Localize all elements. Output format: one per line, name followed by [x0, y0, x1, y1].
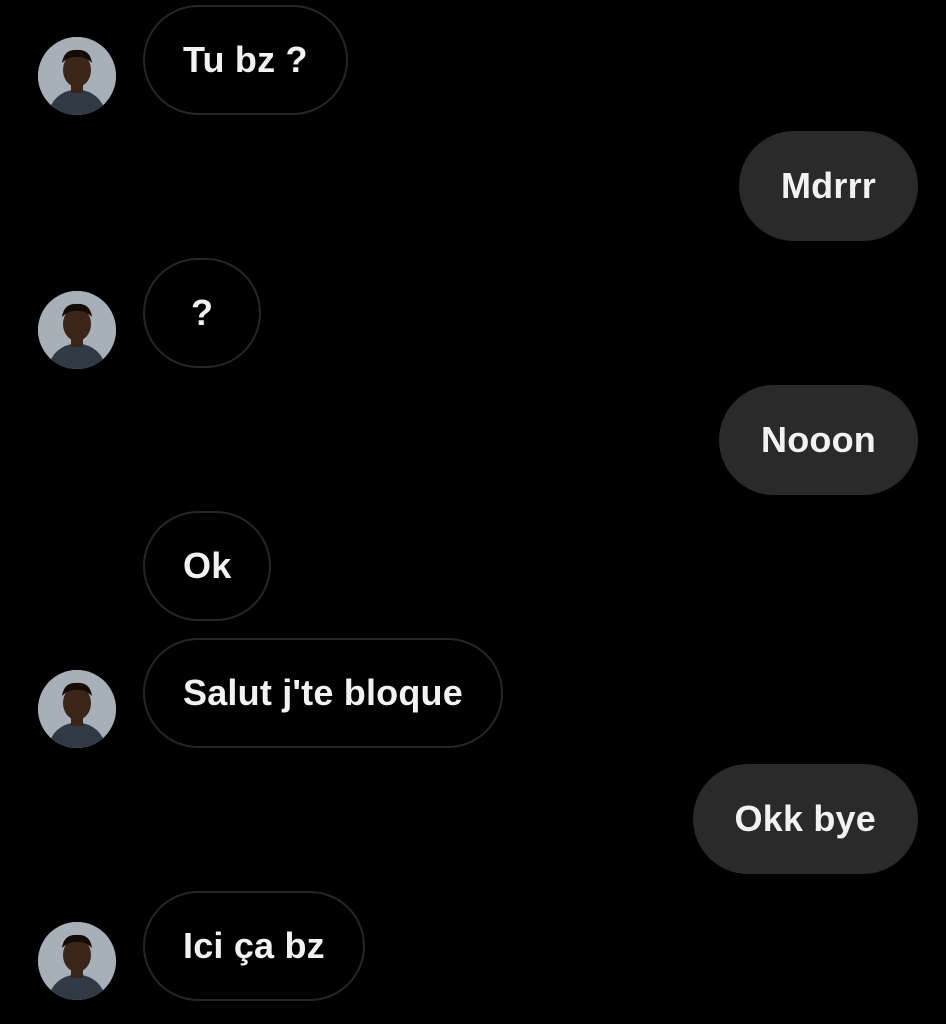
message-text: ? — [191, 292, 214, 333]
received-message-bubble[interactable]: Salut j'te bloque — [143, 638, 503, 748]
message-text: Mdrrr — [780, 165, 876, 206]
received-message-bubble[interactable]: Ici ça bz — [143, 891, 365, 1001]
contact-avatar-icon — [38, 922, 116, 1000]
contact-avatar[interactable] — [38, 291, 116, 369]
sent-message-bubble[interactable]: Nooon — [719, 385, 918, 495]
contact-avatar[interactable] — [38, 37, 116, 115]
received-message-bubble[interactable]: Ok — [143, 511, 272, 621]
message-text: Tu bz ? — [183, 39, 308, 80]
contact-avatar-icon — [38, 291, 116, 369]
message-text: Ok — [183, 545, 232, 586]
message-text: Ici ça bz — [183, 925, 325, 966]
message-text: Salut j'te bloque — [183, 672, 463, 713]
contact-avatar[interactable] — [38, 670, 116, 748]
sent-message-bubble[interactable]: Okk bye — [692, 764, 918, 874]
contact-avatar[interactable] — [38, 922, 116, 1000]
message-text: Nooon — [761, 419, 876, 460]
contact-avatar-icon — [38, 37, 116, 115]
contact-avatar-icon — [38, 670, 116, 748]
message-text: Okk bye — [734, 798, 876, 839]
received-message-bubble[interactable]: Tu bz ? — [143, 5, 348, 115]
received-message-bubble[interactable]: ? — [143, 258, 262, 368]
sent-message-bubble[interactable]: Mdrrr — [738, 131, 918, 241]
message-thread: Tu bz ? Mdrrr ? Nooon Ok Salut j'te bloq… — [0, 0, 946, 1024]
